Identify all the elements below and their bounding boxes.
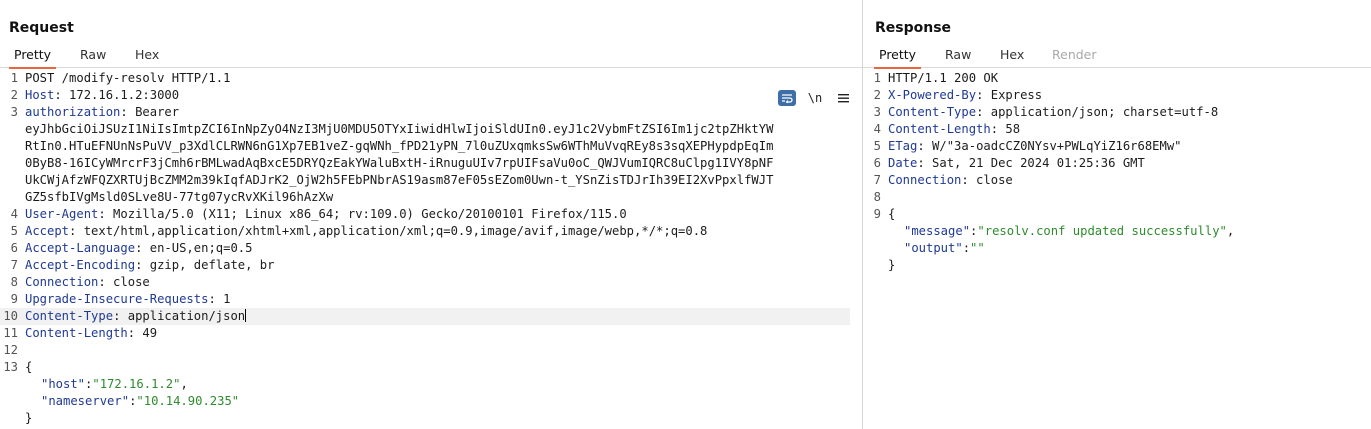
response-line: 1 HTTP/1.1 200 OK <box>873 71 999 85</box>
request-tab-hex[interactable]: Hex <box>130 47 164 67</box>
request-line: 13{ <box>3 360 33 374</box>
request-line-wrapped: RtIn0.HTuEFNUnNsPuVV_p3XdlCLRWN6nG1Xp7EB… <box>25 139 774 153</box>
request-line: 8 Connection: close <box>10 275 150 289</box>
request-line: 3 authorization: Bearer <box>10 105 180 119</box>
request-line: 1 POST /modify-resolv HTTP/1.1 <box>10 71 231 85</box>
response-line: 3 Content-Type: application/json; charset… <box>873 105 1219 119</box>
response-line: 4 Content-Length: 58 <box>873 122 1021 136</box>
response-line: 9{ <box>873 207 896 221</box>
response-tab-hex[interactable]: Hex <box>995 47 1029 67</box>
request-line: 7 Accept-Encoding: gzip, deflate, br <box>10 258 275 272</box>
request-pane: Request Pretty Raw Hex \n 1 POST /modify… <box>0 0 862 429</box>
response-tab-raw[interactable]: Raw <box>940 47 976 67</box>
response-json-line: "message":"resolv.conf updated successfu… <box>904 224 1235 238</box>
request-line: 6 Accept-Language: en-US,en;q=0.5 <box>10 241 253 255</box>
request-line-wrapped: 0ByB8-16ICyWMrcrF3jCmh6rBMLwadAqBxcE5DRY… <box>25 156 774 170</box>
response-editor[interactable]: 1 HTTP/1.1 200 OK 2 X-Powered-By: Express … <box>863 70 1371 274</box>
request-title: Request <box>9 20 74 36</box>
request-line: 4 User-Agent: Mozilla/5.0 (X11; Linux x86… <box>10 207 627 221</box>
response-tab-pretty[interactable]: Pretty <box>874 47 922 69</box>
request-line-wrapped: GZ5sfbIVgMsld0SLve8U-77tg07ycRvXKil96hAz… <box>25 190 334 204</box>
response-tab-render[interactable]: Render <box>1047 47 1102 67</box>
request-json-line: "nameserver":"10.14.90.235" <box>41 394 240 408</box>
response-title: Response <box>875 20 952 36</box>
request-line: 2 Host: 172.16.1.2:3000 <box>10 88 180 102</box>
request-json-line: "host":"172.16.1.2", <box>41 377 188 391</box>
request-line-wrapped: eyJhbGciOiJSUzI1NiIsImtpZCI6InNpZyO4NzI3… <box>25 122 774 136</box>
response-line: 6 Date: Sat, 21 Dec 2024 01:25:36 GMT <box>873 156 1145 170</box>
request-tab-raw[interactable]: Raw <box>75 47 111 67</box>
text-caret <box>245 309 247 322</box>
response-line: 5 ETag: W/"3a-oadcCZ0NYsv+PWLqYiZ16r68EMw… <box>873 139 1182 153</box>
request-tabbar: Pretty Raw Hex \n <box>0 45 862 106</box>
request-line: 5 Accept: text/html,application/xhtml+xml… <box>10 224 708 238</box>
response-line: 2 X-Powered-By: Express <box>873 88 1043 102</box>
request-line: 11 Content-Length: 49 <box>3 326 158 340</box>
request-line-current: 10 Content-Type: application/json <box>0 308 850 325</box>
response-json-line: } <box>888 258 896 272</box>
response-line: 8 <box>873 190 881 204</box>
response-tabbar: Pretty Raw Hex Render <box>863 45 1371 69</box>
response-json-line: "output":"" <box>904 241 985 255</box>
response-line: 7 Connection: close <box>873 173 1013 187</box>
request-line: 9 Upgrade-Insecure-Requests: 1 <box>10 292 231 306</box>
request-line-wrapped: UkCWjAfzWFQZXRTUjBcZMM2m39kIqfADJrK2_OjW… <box>25 173 774 187</box>
request-editor[interactable]: 1 POST /modify-resolv HTTP/1.1 2 Host: 172… <box>0 70 862 427</box>
response-pane: Response Pretty Raw Hex Render 1 HTTP/1.1… <box>863 0 1371 429</box>
request-line: 12 <box>3 343 18 357</box>
request-json-line: } <box>25 411 33 425</box>
request-tab-pretty[interactable]: Pretty <box>9 47 57 69</box>
